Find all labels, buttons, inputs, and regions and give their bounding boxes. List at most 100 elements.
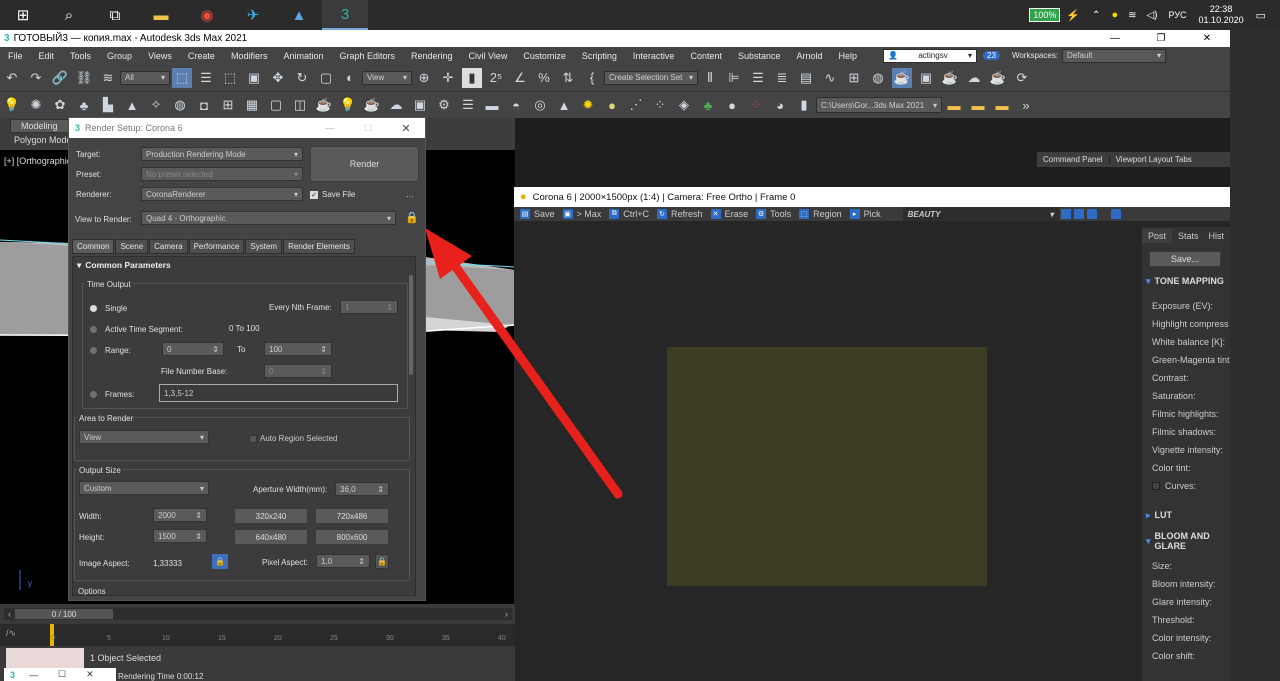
mini-curve-icon[interactable]: /∿ (6, 628, 16, 639)
angle-snap-icon[interactable]: ∠ (510, 68, 530, 88)
language-indicator[interactable]: РУС (1169, 10, 1187, 20)
percent-snap-icon[interactable]: % (534, 68, 554, 88)
notification-count[interactable]: 23 (983, 51, 1000, 60)
ball-icon[interactable]: ● (722, 95, 742, 115)
photos-icon[interactable]: ▲ (276, 0, 322, 30)
scale-icon[interactable]: ▢ (316, 68, 336, 88)
menu-civil-view[interactable]: Civil View (461, 51, 516, 61)
bush-icon[interactable]: ♣ (698, 95, 718, 115)
tone-mapping-header[interactable]: ▾ TONE MAPPING (1142, 271, 1230, 291)
render-setup-icon[interactable]: ☕ (892, 67, 912, 88)
render-cloud-icon[interactable]: ☁ (964, 68, 984, 88)
set-project-icon[interactable]: ▬ (968, 95, 988, 115)
converter-icon[interactable]: ▢ (266, 95, 286, 115)
network-icon[interactable]: ≋ (1128, 10, 1136, 21)
render-activeshade-icon[interactable]: ⟳ (1012, 68, 1032, 88)
time-slider[interactable]: ‹ 0 / 100 › (4, 608, 512, 620)
light-icon[interactable]: 💡 (2, 95, 22, 115)
windows-start-icon[interactable]: ⊞ (0, 0, 46, 30)
undo-icon[interactable]: ↶ (2, 68, 22, 88)
place-icon[interactable]: ◐ (340, 68, 360, 88)
more-icon[interactable]: » (1016, 95, 1036, 115)
grid-icon[interactable]: ⋰ (626, 95, 646, 115)
panel-toggle-icon[interactable] (1110, 209, 1121, 219)
vfb-erase-button[interactable]: ✕ Erase (710, 209, 748, 219)
menu-substance[interactable]: Substance (730, 51, 789, 61)
maxscript-listener[interactable] (6, 648, 84, 668)
height-spinner[interactable]: 1500 ⇕ (153, 529, 207, 543)
bind-spacewarp-icon[interactable]: ≋ (98, 68, 118, 88)
active-segment-radio[interactable]: Active Time Segment: (90, 325, 183, 334)
file-number-base-spinner[interactable]: 0 ⇕ (264, 364, 332, 378)
selection-set-dropdown[interactable]: Create Selection Set ▾ (604, 70, 698, 85)
frames-radio[interactable]: Frames: (90, 390, 134, 399)
volume-icon[interactable]: ◁) (1146, 10, 1157, 21)
curves-checkbox[interactable]: Curves: (1142, 477, 1230, 495)
battery-indicator[interactable]: 100% (1029, 8, 1061, 22)
frames-input[interactable]: 1,3,5-12 (159, 384, 398, 402)
menu-animation[interactable]: Animation (275, 51, 331, 61)
selection-filter-dropdown[interactable]: All ▾ (120, 70, 170, 85)
spinner-snap-icon[interactable]: ⇅ (558, 68, 578, 88)
tab-camera[interactable]: Camera (149, 239, 188, 254)
output-size-dropdown[interactable]: Custom ▾ (79, 481, 209, 495)
project-folder-icon[interactable]: ▬ (944, 95, 964, 115)
time-slider-thumb[interactable]: 0 / 100 (15, 609, 113, 619)
target-dropdown[interactable]: Production Rendering Mode ▾ (141, 147, 303, 161)
range-radio[interactable]: Range: (90, 346, 131, 355)
vfb-tools-button[interactable]: ⚙ Tools (756, 209, 791, 219)
sun-icon[interactable]: ✺ (26, 95, 46, 115)
scatter-icon[interactable]: ♣ (74, 95, 94, 115)
menu-help[interactable]: Help (831, 51, 866, 61)
menu-graph-editors[interactable]: Graph Editors (331, 51, 403, 61)
teapot-icon[interactable]: ☕ (314, 95, 334, 115)
menu-rendering[interactable]: Rendering (403, 51, 461, 61)
lightbulb-icon[interactable]: 💡 (338, 95, 358, 115)
maximize-icon[interactable]: ❐ (1138, 33, 1184, 44)
tab-post[interactable]: Post (1142, 229, 1173, 243)
workspace-dropdown[interactable]: Default ▾ (1062, 48, 1167, 63)
zoom-fit-icon[interactable] (1086, 209, 1097, 219)
plane-icon[interactable]: ▬ (482, 95, 502, 115)
project-path-dropdown[interactable]: C:\Users\Gor...3ds Max 2021 ▾ (816, 97, 942, 113)
decal-icon[interactable]: ▙ (98, 95, 118, 115)
common-parameters-rollout[interactable]: ▾ Common Parameters (73, 257, 415, 273)
lut-header[interactable]: ▸ LUT (1142, 505, 1230, 525)
fur-icon[interactable]: ✧ (146, 95, 166, 115)
menu-tools[interactable]: Tools (62, 51, 99, 61)
dialog-minimize-icon[interactable]: — (311, 123, 349, 133)
range-from-spinner[interactable]: 0 ⇕ (162, 342, 224, 356)
power-icon[interactable]: ⚡ (1066, 9, 1080, 22)
lock-icon[interactable]: 🔒 (405, 211, 419, 224)
render-iterative-icon[interactable]: ☕ (988, 68, 1008, 88)
pixel-aspect-lock-icon[interactable]: 🔒 (375, 554, 389, 569)
file-icon[interactable]: ▮ (794, 95, 814, 115)
vfb-tomax-button[interactable]: ▣ > Max (562, 209, 601, 219)
minimized-close-icon[interactable]: ✕ (86, 669, 94, 680)
window-crossing-icon[interactable]: ▣ (244, 68, 264, 88)
notification-icon[interactable]: ▭ (1256, 9, 1266, 22)
move-icon[interactable]: ✥ (268, 68, 288, 88)
chevron-up-icon[interactable]: ⌃ (1092, 10, 1100, 21)
rect-selection-icon[interactable]: ⬚ (220, 68, 240, 88)
modeling-tab[interactable]: Modeling (10, 119, 69, 133)
menu-group[interactable]: Group (99, 51, 140, 61)
preset-640x480-button[interactable]: 640x480 (234, 529, 308, 545)
range-to-spinner[interactable]: 100 ⇕ (264, 342, 332, 356)
pixel-aspect-spinner[interactable]: 1,0 ⇕ (316, 554, 370, 568)
track-bar[interactable]: /∿ 0 5 10 15 20 25 30 35 40 (0, 624, 515, 646)
vfb-refresh-button[interactable]: ↻ Refresh (657, 209, 703, 219)
prev-frame-icon[interactable]: ‹ (8, 609, 11, 619)
minimized-min-icon[interactable]: — (29, 670, 38, 680)
render-production-icon[interactable]: ☕ (940, 68, 960, 88)
material-editor-icon[interactable]: ◍ (868, 68, 888, 88)
auto-region-checkbox[interactable]: Auto Region Selected (249, 434, 337, 443)
zoom-in-icon[interactable] (1060, 209, 1071, 219)
tab-hist[interactable]: Hist (1205, 229, 1229, 243)
chrome-icon[interactable]: ◉ (184, 0, 230, 30)
redo-icon[interactable]: ↷ (26, 68, 46, 88)
area-to-render-dropdown[interactable]: View ▾ (79, 430, 209, 444)
color-icon[interactable]: ⁘ (746, 95, 766, 115)
menu-modifiers[interactable]: Modifiers (223, 51, 276, 61)
dialog-close-icon[interactable]: ✕ (387, 122, 425, 135)
